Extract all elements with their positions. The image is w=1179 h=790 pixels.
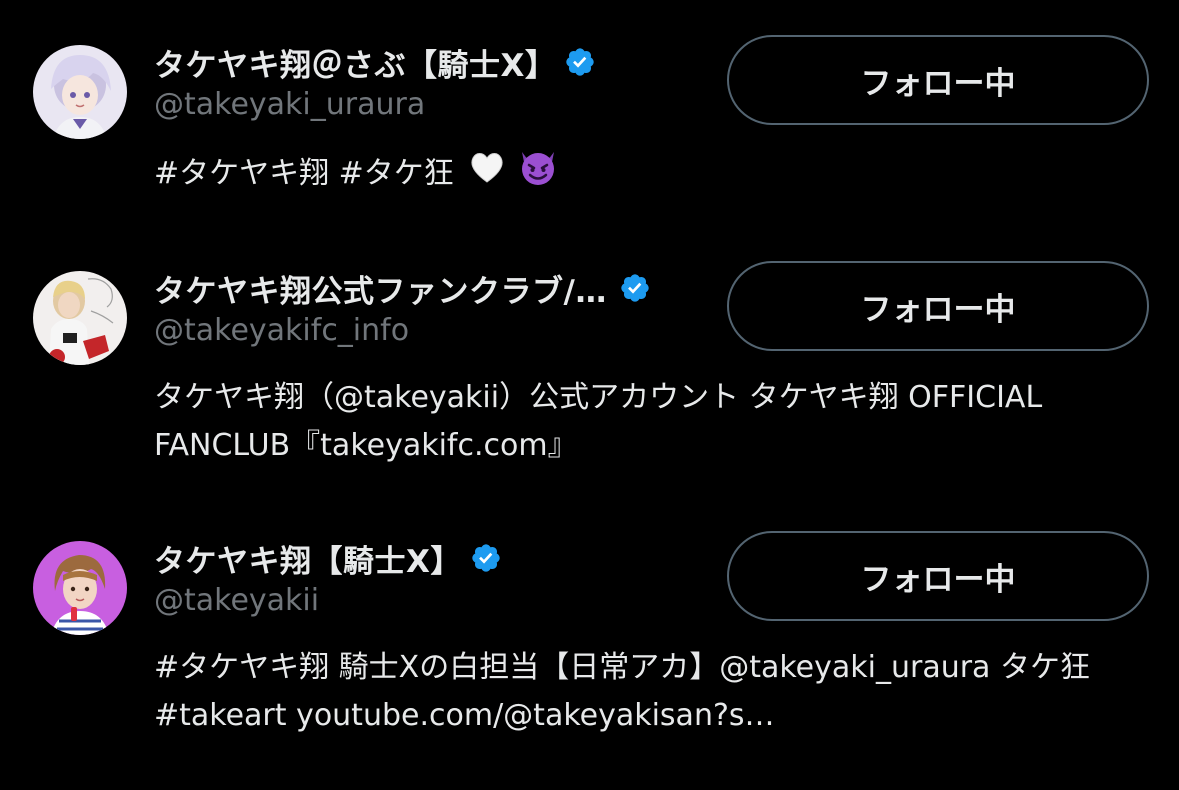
user-handle[interactable]: @takeyaki_uraura [154,87,425,122]
display-name-row: タケヤキ翔公式ファンクラブ/… [154,266,651,310]
verified-badge-icon [470,542,502,574]
following-button[interactable]: フォロー中 [727,35,1149,125]
avatar[interactable] [33,271,127,365]
account-row[interactable]: タケヤキ翔＠さぶ【騎士X】 @takeyaki_uraura フォロー中 #タケ… [0,0,1179,230]
white-heart-icon [469,150,505,199]
display-name[interactable]: タケヤキ翔【騎士X】 [154,536,462,581]
following-button[interactable]: フォロー中 [727,531,1149,621]
user-bio: タケヤキ翔（@takeyakii）公式アカウント タケヤキ翔 OFFICIAL … [154,380,1043,463]
user-bio: #タケヤキ翔 #タケ狂 [154,148,1144,201]
user-bio: #タケヤキ翔 騎士Xの白担当【日常アカ】@takeyaki_uraura タケ狂… [154,650,1090,733]
bio-text: #タケヤキ翔 #タケ狂 [154,156,454,191]
verified-badge-icon [564,46,596,78]
following-button[interactable]: フォロー中 [727,261,1149,351]
display-name-row: タケヤキ翔【騎士X】 [154,536,502,580]
user-handle[interactable]: @takeyakii [154,583,319,618]
avatar[interactable] [33,541,127,635]
display-name[interactable]: タケヤキ翔公式ファンクラブ/… [154,266,607,311]
account-row[interactable]: タケヤキ翔公式ファンクラブ/… @takeyakifc_info フォロー中 タ… [0,230,1179,500]
avatar[interactable] [33,45,127,139]
display-name-row: タケヤキ翔＠さぶ【騎士X】 [154,40,596,84]
verified-badge-icon [619,272,651,304]
smiling-devil-icon [517,148,559,201]
account-row[interactable]: タケヤキ翔【騎士X】 @takeyakii フォロー中 #タケヤキ翔 騎士Xの白… [0,500,1179,790]
user-handle[interactable]: @takeyakifc_info [154,313,409,348]
display-name[interactable]: タケヤキ翔＠さぶ【騎士X】 [154,40,556,85]
